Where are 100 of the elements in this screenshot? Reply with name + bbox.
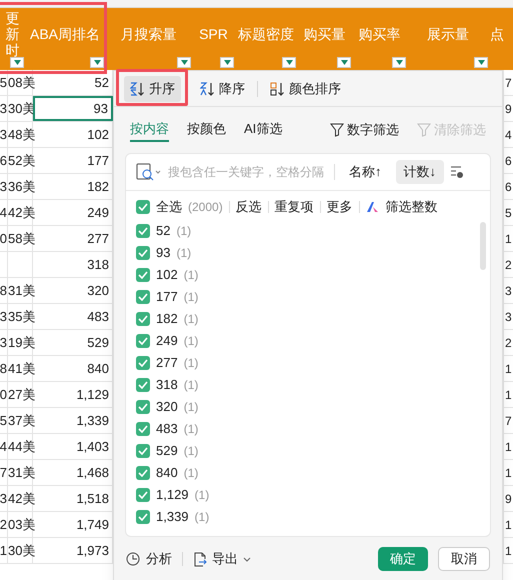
caret-icon	[396, 60, 402, 65]
value-label: 529	[156, 442, 178, 460]
table-cell-text: 5	[0, 412, 7, 430]
table-cell-text: 5	[505, 204, 512, 222]
checkbox[interactable]	[136, 466, 150, 480]
value-label: 177	[156, 288, 178, 306]
checkbox[interactable]	[136, 444, 150, 458]
table-cell-text: 6	[0, 152, 7, 170]
search-field[interactable]: 搜包含任一关键字，空格分隔	[168, 163, 328, 181]
filter-tool-button[interactable]: 数字筛选	[330, 120, 399, 140]
order-button[interactable]: 计数↓	[396, 160, 444, 184]
color-sort-icon	[270, 82, 285, 96]
checkbox[interactable]	[136, 488, 150, 502]
analyze-button[interactable]: 分析	[126, 549, 172, 569]
checkbox[interactable]	[136, 334, 150, 348]
table-cell-text: 3	[0, 334, 7, 352]
list-action-link[interactable]: 反选	[236, 196, 262, 216]
count-label: (1)	[184, 465, 198, 482]
highlight-frame	[116, 69, 188, 106]
checkbox[interactable]	[136, 246, 150, 260]
table-cell-text: 03美	[8, 516, 36, 534]
caret-icon	[286, 60, 292, 65]
sort-button[interactable]: 升序	[124, 76, 181, 102]
table-cell-text: 19美	[8, 334, 36, 352]
list-action-link[interactable]: 重复项	[274, 196, 314, 216]
table-cell-text: 41美	[8, 360, 36, 378]
checkbox[interactable]	[136, 268, 150, 282]
table-cell-text: 1	[505, 542, 512, 560]
table-cell-text: 31美	[8, 282, 36, 300]
checkbox[interactable]	[136, 312, 150, 326]
filter-dropdown-button[interactable]	[10, 57, 24, 68]
table-cell-text: 3	[0, 308, 7, 326]
table-cell-text: 4	[0, 204, 7, 222]
search-icon[interactable]	[136, 163, 162, 181]
table-cell-text: 2	[0, 516, 7, 534]
column-header: 月搜索量	[120, 24, 176, 44]
value-label: 318	[156, 376, 178, 394]
value-label: 249	[156, 332, 178, 350]
table-cell-text: 8	[0, 360, 7, 378]
count-label: (1)	[184, 267, 198, 284]
table-cell-text: 0	[0, 230, 7, 248]
value-label: 102	[156, 266, 178, 284]
filter-dropdown-button[interactable]	[392, 57, 406, 68]
filter-dropdown-button[interactable]	[177, 57, 191, 68]
table-cell-text: 1	[0, 542, 7, 560]
table-cell[interactable]: 93	[33, 96, 113, 121]
checkbox[interactable]	[136, 224, 150, 238]
checkbox[interactable]	[136, 290, 150, 304]
table-cell-text: 4	[0, 438, 7, 456]
filter-dropdown-button[interactable]	[220, 57, 234, 68]
checkbox[interactable]	[136, 510, 150, 524]
filter-dropdown-button[interactable]	[474, 57, 488, 68]
select-all-label: 全选	[156, 198, 182, 216]
checkbox[interactable]	[136, 200, 150, 214]
checkbox[interactable]	[136, 356, 150, 370]
cancel-button[interactable]: 取消	[438, 547, 490, 571]
sort-descending-icon	[200, 82, 215, 96]
filter-dropdown-button[interactable]	[282, 57, 296, 68]
table-cell-text: 3	[0, 100, 7, 118]
column-header: 更新时	[6, 10, 20, 58]
table-cell-text: 44美	[8, 438, 36, 456]
value-label: 840	[156, 464, 178, 482]
filter-tab[interactable]: 按颜色	[187, 118, 226, 142]
checkbox[interactable]	[136, 400, 150, 414]
filter-dropdown-button[interactable]	[337, 57, 351, 68]
checkbox[interactable]	[136, 422, 150, 436]
table-cell-text: 2	[505, 334, 512, 352]
caret-icon	[180, 60, 188, 65]
column-header: 展示量	[427, 24, 469, 44]
value-label: 182	[156, 310, 178, 328]
value-label: 1,129	[156, 486, 189, 504]
table-cell-text: 1	[505, 516, 512, 534]
table-cell-text: 6	[505, 152, 512, 170]
value-label: 320	[156, 398, 178, 416]
caret-icon	[478, 60, 484, 65]
scrollbar-thumb[interactable]	[480, 222, 486, 270]
confirm-button[interactable]: 确定	[378, 547, 428, 571]
list-action-link[interactable]: 筛选整数	[386, 196, 438, 216]
count-label: (2000)	[188, 198, 223, 216]
filter-dropdown-button[interactable]	[90, 57, 104, 68]
table-cell-text: 5	[0, 74, 7, 92]
sort-button[interactable]: 颜色排序	[264, 76, 347, 102]
filter-icon	[330, 123, 344, 137]
settings-icon[interactable]	[450, 165, 464, 179]
filter-tab[interactable]: AI筛选	[244, 118, 282, 142]
table-cell-text: 48美	[8, 126, 36, 144]
filter-tab[interactable]: 按内容	[130, 118, 169, 142]
checkbox[interactable]	[136, 378, 150, 392]
count-label: (1)	[184, 311, 198, 328]
table-cell-text: 4	[505, 126, 512, 144]
sort-button[interactable]: 降序	[194, 76, 251, 102]
table-cell-text: 36美	[8, 178, 36, 196]
order-button[interactable]: 名称↑	[341, 160, 390, 184]
column-header: ABA周排名	[30, 24, 100, 44]
count-label: (1)	[184, 333, 198, 350]
table-cell-text: 3	[0, 126, 7, 144]
table-cell-text: 3	[505, 308, 512, 326]
list-action-link[interactable]: 更多	[326, 196, 353, 216]
caret-icon	[94, 60, 100, 65]
export-button[interactable]: 导出	[193, 549, 251, 569]
